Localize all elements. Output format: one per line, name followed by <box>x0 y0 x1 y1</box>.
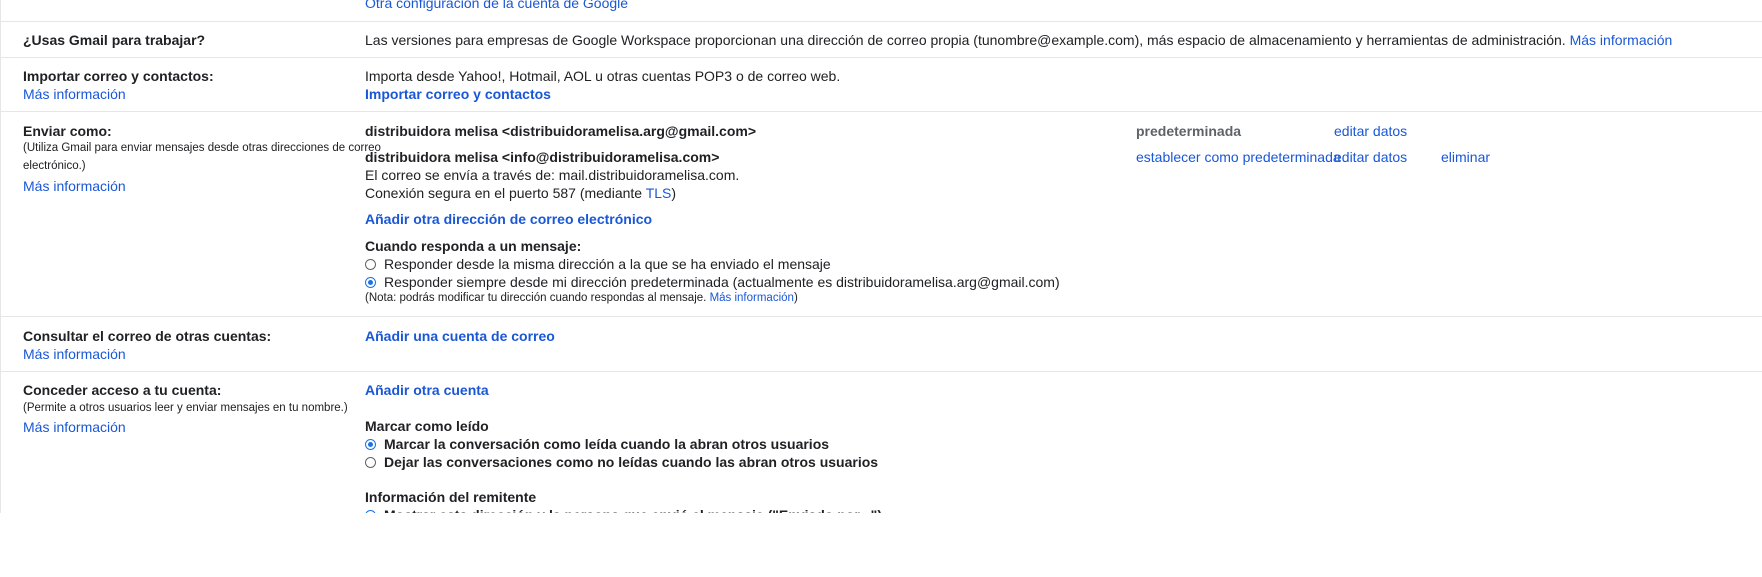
mark-read-option-label[interactable]: Marcar la conversación como leída cuando… <box>384 436 829 452</box>
add-mail-account-link[interactable]: Añadir una cuenta de correo <box>365 328 555 344</box>
divider <box>0 111 1762 112</box>
bottom-blank-area <box>0 513 1762 577</box>
leave-unread-option-label[interactable]: Dejar las conversaciones como no leídas … <box>384 454 878 470</box>
mark-read-radio[interactable] <box>365 439 376 450</box>
add-another-email-link[interactable]: Añadir otra dirección de correo electrón… <box>365 211 652 227</box>
reply-note-suffix: ) <box>793 292 798 304</box>
send-as-description-line2: electrónico.) <box>23 160 86 172</box>
other-google-account-settings-link[interactable]: Otra configuración de la cuenta de Googl… <box>365 0 628 11</box>
secure-connection-suffix: ) <box>671 185 677 201</box>
smtp-server-line: El correo se envía a través de: mail.dis… <box>365 167 740 183</box>
reply-same-address-radio[interactable] <box>365 259 376 270</box>
settings-accounts-panel: Otra configuración de la cuenta de Googl… <box>0 0 1762 577</box>
import-label: Importar correo y contactos: <box>23 68 214 84</box>
workspace-text: Las versiones para empresas de Google Wo… <box>365 32 1566 48</box>
reply-default-address-radio[interactable] <box>365 277 376 288</box>
grant-access-description: (Permite a otros usuarios leer y enviar … <box>23 402 348 414</box>
reply-note: (Nota: podrás modificar tu dirección cua… <box>365 292 798 304</box>
send-as-address-default: distribuidora melisa <distribuidoramelis… <box>365 123 756 139</box>
workspace-description: Las versiones para empresas de Google Wo… <box>365 32 1672 48</box>
divider <box>0 371 1762 372</box>
send-as-address-secondary: distribuidora melisa <info@distribuidora… <box>365 149 720 165</box>
divider <box>0 57 1762 58</box>
tls-link[interactable]: TLS <box>646 185 672 201</box>
send-as-description-line1: (Utiliza Gmail para enviar mensajes desd… <box>23 142 381 154</box>
add-another-account-link[interactable]: Añadir otra cuenta <box>365 382 489 398</box>
delete-address-link[interactable]: eliminar <box>1441 149 1490 165</box>
import-more-info-link[interactable]: Más información <box>23 86 126 102</box>
divider <box>0 21 1762 22</box>
left-border <box>0 0 1 577</box>
import-mail-contacts-link[interactable]: Importar correo y contactos <box>365 86 551 102</box>
edit-info-link-default[interactable]: editar datos <box>1334 123 1407 139</box>
reply-option-label[interactable]: Responder siempre desde mi dirección pre… <box>384 274 1060 290</box>
mark-read-heading: Marcar como leído <box>365 418 489 434</box>
default-status-label: predeterminada <box>1136 123 1242 139</box>
reply-heading: Cuando responda a un mensaje: <box>365 238 582 254</box>
reply-note-text: (Nota: podrás modificar tu dirección cua… <box>365 292 707 304</box>
secure-connection-line: Conexión segura en el puerto 587 (median… <box>365 185 676 201</box>
reply-option-label[interactable]: Responder desde la misma dirección a la … <box>384 256 831 272</box>
workspace-label: ¿Usas Gmail para trabajar? <box>23 32 206 48</box>
import-description: Importa desde Yahoo!, Hotmail, AOL u otr… <box>365 68 841 84</box>
reply-note-more-info-link[interactable]: Más información <box>710 292 794 304</box>
sender-info-heading: Información del remitente <box>365 489 537 505</box>
grant-access-more-info-link[interactable]: Más información <box>23 419 126 435</box>
workspace-more-info-link[interactable]: Más información <box>1570 32 1673 48</box>
check-mail-more-info-link[interactable]: Más información <box>23 346 126 362</box>
leave-unread-radio[interactable] <box>365 457 376 468</box>
secure-connection-text: Conexión segura en el puerto 587 (median… <box>365 185 646 201</box>
set-as-default-link[interactable]: establecer como predeterminada <box>1136 149 1341 165</box>
send-as-more-info-link[interactable]: Más información <box>23 178 126 194</box>
divider <box>0 316 1762 317</box>
edit-info-link-secondary[interactable]: editar datos <box>1334 149 1407 165</box>
check-mail-label: Consultar el correo de otras cuentas: <box>23 328 272 344</box>
grant-access-label: Conceder acceso a tu cuenta: <box>23 382 222 398</box>
send-as-label: Enviar como: <box>23 123 112 139</box>
